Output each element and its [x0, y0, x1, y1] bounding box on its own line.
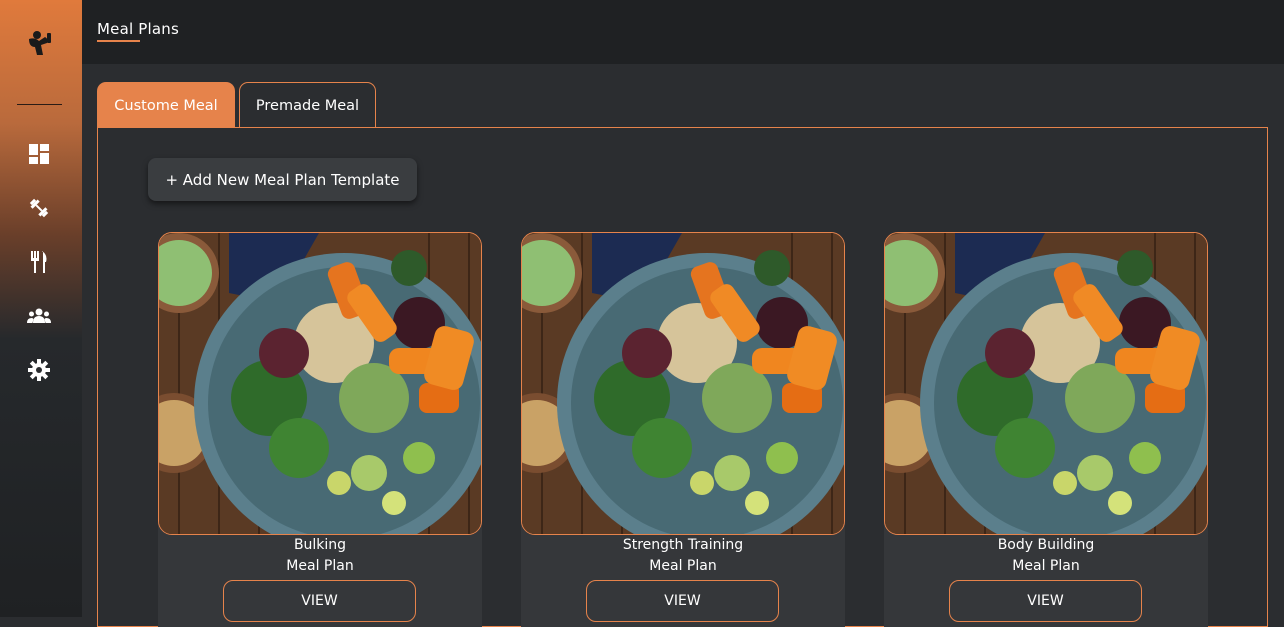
users-icon[interactable]: [27, 304, 51, 328]
meal-image: [158, 232, 482, 535]
card-title: Bulking: [293, 537, 347, 553]
meal-image: [884, 232, 1208, 535]
page-title: Meal Plans: [97, 20, 180, 38]
view-button[interactable]: VIEW: [949, 580, 1142, 622]
fork-knife-icon[interactable]: [27, 250, 51, 274]
add-meal-plan-template-button[interactable]: + Add New Meal Plan Template: [148, 158, 417, 201]
card-title: Strength Training: [622, 537, 744, 553]
meal-plan-card[interactable]: Body Building Meal Plan VIEW: [884, 232, 1208, 627]
sidebar: [0, 0, 82, 617]
sidebar-divider: [17, 104, 62, 105]
gear-icon[interactable]: [27, 358, 51, 382]
card-subtitle: Meal Plan: [1012, 558, 1080, 574]
card-title: Body Building: [997, 537, 1095, 553]
view-button[interactable]: VIEW: [223, 580, 416, 622]
tab-premade-meal[interactable]: Premade Meal: [239, 82, 376, 128]
top-bar: Meal Plans: [82, 0, 1284, 64]
view-button[interactable]: VIEW: [586, 580, 779, 622]
card-subtitle: Meal Plan: [286, 558, 354, 574]
dumbbell-icon[interactable]: [27, 196, 51, 220]
meal-plan-card[interactable]: Bulking Meal Plan VIEW: [158, 232, 482, 627]
dashboard-icon[interactable]: [27, 142, 51, 166]
card-subtitle: Meal Plan: [649, 558, 717, 574]
tab-custome-meal[interactable]: Custome Meal: [97, 82, 235, 128]
meal-plan-card[interactable]: Strength Training Meal Plan VIEW: [521, 232, 845, 627]
meal-image: [521, 232, 845, 535]
title-underline: [97, 40, 140, 42]
fitness-logo-icon[interactable]: [23, 27, 55, 59]
